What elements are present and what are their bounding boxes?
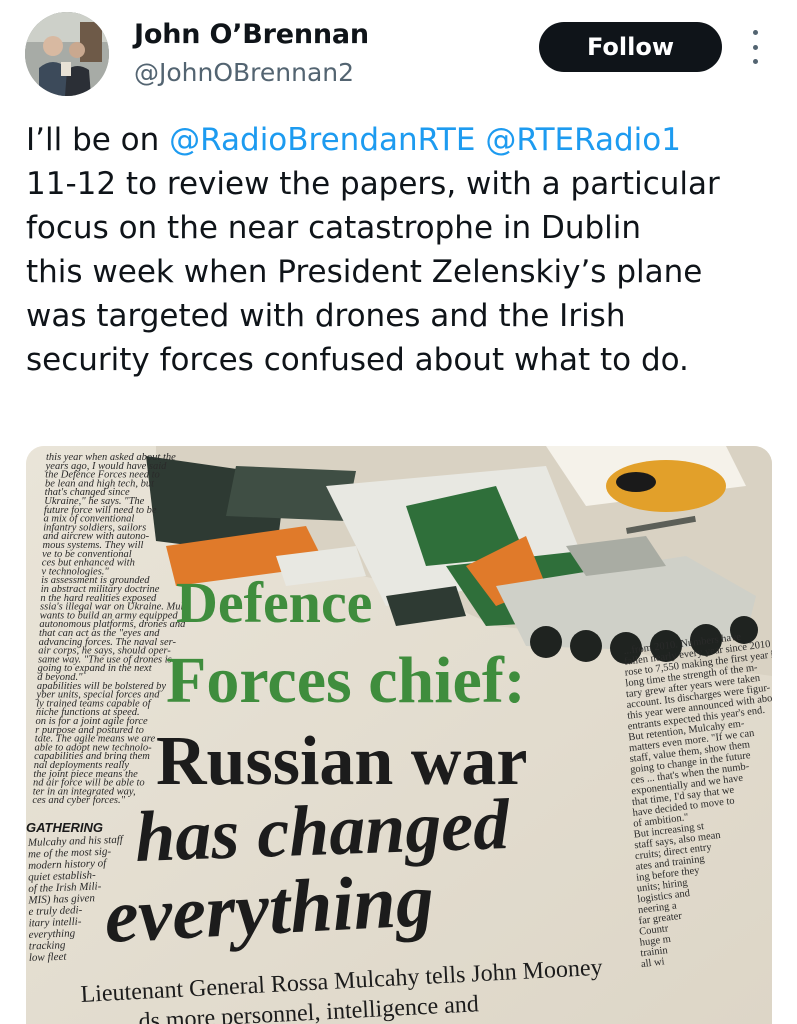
newspaper-text-line: ces and cyber forces." [32,795,125,806]
tweet-line: security forces confused about what to d… [26,342,689,378]
follow-button[interactable]: Follow [539,22,722,72]
tweet-line: focus on the near catastrophe in Dublin [26,210,642,246]
more-dot [752,44,758,50]
newspaper-photo: this year when asked about theyears ago,… [26,446,772,1024]
headline-line-5: everything [102,858,435,959]
tweet-line: was targeted with drones and the Irish [26,298,626,334]
mention-link-rteradio1[interactable]: @RTERadio1 [485,122,681,158]
headline-line-1: Defence [176,570,372,635]
more-dot [752,59,758,64]
headline-line-2: Forces chief: [166,644,526,717]
tweet-line: this week when President Zelenskiy’s pla… [26,254,703,290]
more-dot [752,30,758,35]
avatar-photo [25,12,109,96]
mention-link-radiobrendanrte[interactable]: @RadioBrendanRTE [169,122,475,158]
tweet-header: John O’Brennan @JohnOBrennan2 Follow [0,0,797,110]
more-vertical-icon[interactable] [745,30,765,64]
tweet-line: 11-12 to review the papers, with a parti… [26,166,720,202]
tweet-photo[interactable]: this year when asked about the years ago,… [26,446,772,1024]
author-handle[interactable]: @JohnOBrennan2 [134,58,354,87]
tweet-text-prefix: I’ll be on [26,122,170,158]
author-display-name[interactable]: John O’Brennan [134,19,369,50]
tweet-line: I’ll be on @RadioBrendanRTE @RTERadio1 [26,118,778,162]
side-heading: GATHERING [26,820,103,835]
newspaper-text-line: low fleet [29,951,68,964]
tweet-text-space [475,122,485,158]
avatar[interactable] [25,12,109,96]
tweet-text: I’ll be on @RadioBrendanRTE @RTERadio1 1… [26,118,778,382]
